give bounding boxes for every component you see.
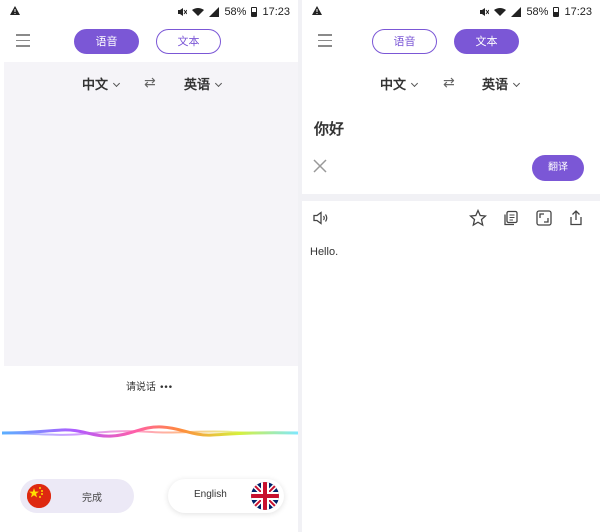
status-bar: 58% 17:23 — [0, 0, 298, 26]
battery-percent: 58% — [526, 6, 549, 18]
speaker-icon[interactable] — [312, 209, 330, 227]
source-language-dropdown[interactable]: 中文 — [380, 74, 419, 93]
china-flag-icon — [27, 484, 51, 508]
clock: 17:23 — [564, 6, 592, 18]
chevron-down-icon — [410, 79, 419, 88]
warning-icon — [312, 6, 322, 15]
menu-icon[interactable] — [318, 34, 332, 51]
warning-icon — [10, 6, 20, 15]
text-screen: 58% 17:23 语音 文本 中文 ⇄ 英语 你好 翻译 Hello. — [302, 0, 600, 532]
language-selector: 中文 ⇄ 英语 — [0, 72, 298, 94]
share-icon[interactable] — [567, 209, 585, 227]
done-button[interactable]: 完成 — [20, 479, 134, 513]
battery-percent: 58% — [224, 6, 247, 18]
tab-text[interactable]: 文本 — [454, 29, 519, 54]
translate-button[interactable]: 翻译 — [532, 155, 584, 181]
signal-icon — [209, 7, 220, 17]
prompt-text: 请说话 — [125, 382, 156, 393]
battery-icon — [553, 7, 560, 17]
section-separator — [302, 194, 600, 201]
battery-icon — [251, 7, 258, 17]
source-language-label: 中文 — [82, 78, 109, 93]
voice-input-area — [4, 62, 298, 366]
tab-voice[interactable]: 语音 — [372, 29, 437, 54]
target-language-label: 英语 — [184, 78, 211, 93]
voice-waveform — [2, 425, 298, 438]
signal-icon — [511, 7, 522, 17]
done-label: 完成 — [82, 493, 102, 504]
source-language-label: 中文 — [380, 78, 407, 93]
source-language-dropdown[interactable]: 中文 — [82, 74, 121, 93]
chevron-down-icon — [214, 79, 223, 88]
mute-icon — [178, 8, 188, 16]
source-text-input[interactable]: 你好 — [314, 118, 344, 139]
mute-icon — [480, 8, 490, 16]
swap-languages-icon[interactable]: ⇄ — [144, 75, 156, 91]
copy-icon[interactable] — [502, 209, 520, 227]
tab-text[interactable]: 文本 — [156, 29, 221, 54]
chevron-down-icon — [112, 79, 121, 88]
target-language-dropdown[interactable]: 英语 — [184, 74, 223, 93]
clear-icon[interactable] — [313, 159, 327, 173]
menu-icon[interactable] — [16, 34, 30, 51]
english-label: English — [194, 489, 227, 500]
wifi-icon — [192, 8, 205, 16]
language-selector: 中文 ⇄ 英语 — [302, 72, 600, 94]
chevron-down-icon — [512, 79, 521, 88]
translation-result: Hello. — [310, 246, 339, 258]
status-bar: 58% 17:23 — [302, 0, 600, 26]
tab-voice[interactable]: 语音 — [74, 29, 139, 54]
voice-screen: 58% 17:23 语音 文本 中文 ⇄ 英语 请说话 ••• 完成 Engli… — [0, 0, 298, 532]
target-language-dropdown[interactable]: 英语 — [482, 74, 521, 93]
wifi-icon — [494, 8, 507, 16]
loading-dots-icon: ••• — [159, 383, 173, 393]
swap-languages-icon[interactable]: ⇄ — [443, 75, 455, 91]
target-language-label: 英语 — [482, 78, 509, 93]
uk-flag-icon — [251, 482, 279, 510]
star-icon[interactable] — [469, 209, 487, 227]
english-button[interactable]: English — [168, 479, 284, 513]
fullscreen-icon[interactable] — [535, 209, 553, 227]
listening-prompt: 请说话 ••• — [0, 378, 298, 393]
clock: 17:23 — [262, 6, 290, 18]
